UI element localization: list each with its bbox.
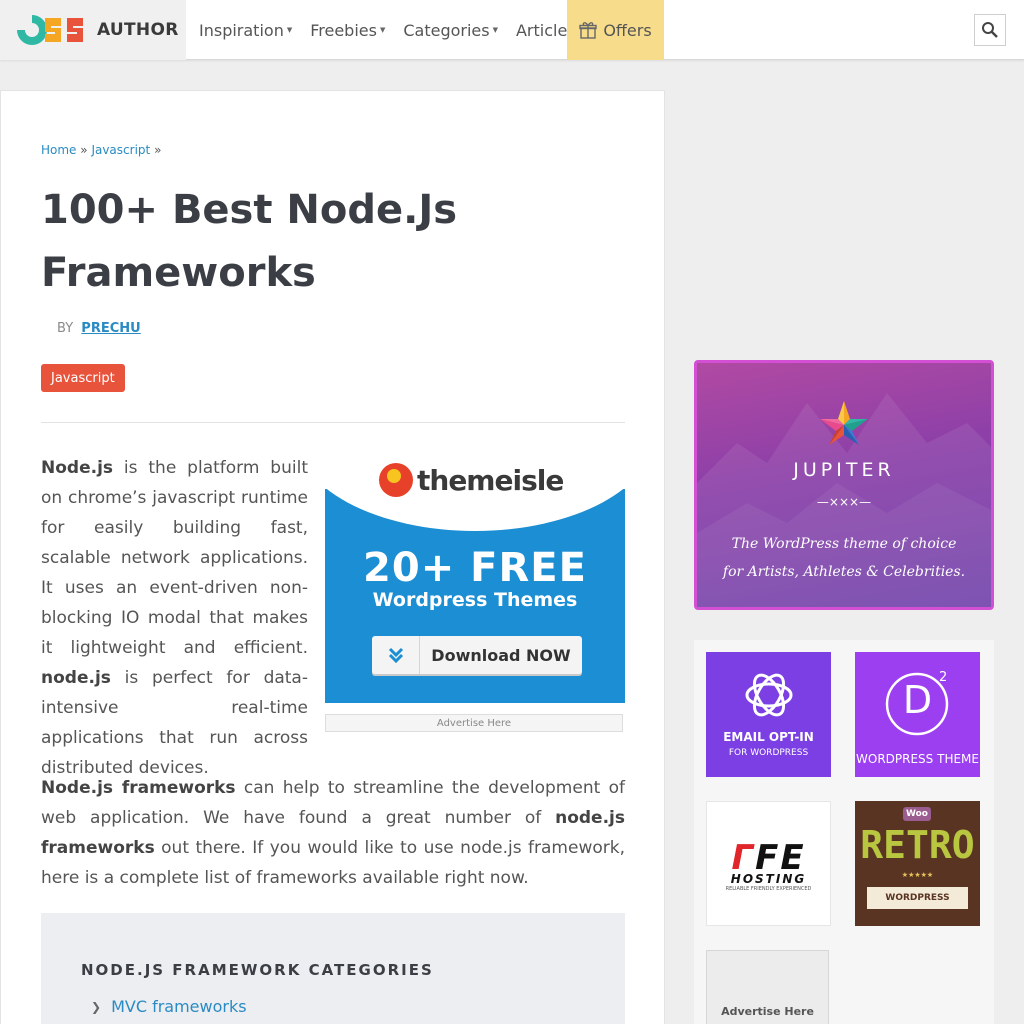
main-nav: Inspiration ▼ Freebies ▼ Categories ▼ Artic… — [190, 0, 585, 60]
fe-tagline: RELIABLE FRIENDLY EXPERIENCED — [725, 886, 812, 892]
woo-retro-ad[interactable]: Woo RETRO ★★★★★ WORDPRESS — [855, 801, 980, 926]
nav-freebies[interactable]: Freebies ▼ — [301, 0, 394, 60]
advertise-here-label: Advertise Here — [721, 1005, 814, 1018]
intro-paragraph: Node.js is the platform built on chrome’… — [41, 453, 308, 783]
parrot-icon — [379, 463, 413, 497]
categories-title: NODE.JS FRAMEWORK CATEGORIES — [81, 961, 434, 979]
email-optin-ad[interactable]: EMAIL OPT-IN FOR WORDPRESS — [706, 652, 831, 777]
retro-title: RETRO — [860, 823, 975, 867]
ad-headline: 20+ FREE — [363, 545, 587, 591]
nav-categories-label: Categories — [403, 20, 490, 40]
ad-brand: themeisle — [417, 463, 564, 497]
nav-freebies-label: Freebies — [310, 20, 377, 40]
download-icon — [372, 636, 420, 674]
bloom-logo-icon — [745, 673, 793, 717]
themeisle-ad-banner[interactable]: themeisle 20+ FREE Wordpress Themes Down… — [325, 457, 625, 703]
jupiter-tagline-1: The WordPress theme of choice — [731, 536, 957, 552]
jupiter-ornament: —×××— — [816, 495, 872, 509]
fe-hosting-ad[interactable]: ΓFE HOSTING RELIABLE FRIENDLY EXPERIENCE… — [706, 801, 831, 926]
article-card: Home » Javascript » 100+ Best Node.Js Fr… — [0, 90, 665, 1024]
bold-text: Node.js — [41, 458, 114, 478]
breadcrumb-javascript[interactable]: Javascript — [91, 143, 150, 157]
nav-categories[interactable]: Categories ▼ — [394, 0, 507, 60]
nav-inspiration[interactable]: Inspiration ▼ — [190, 0, 301, 60]
themeisle-logo: themeisle — [379, 463, 564, 497]
sidebar-ads-panel: EMAIL OPT-IN FOR WORDPRESS D 2 WORDPRESS… — [694, 640, 994, 1024]
category-tag[interactable]: Javascript — [41, 364, 125, 392]
jupiter-name: JUPITER — [793, 459, 895, 481]
ad-title: EMAIL OPT-IN — [723, 730, 814, 744]
byline: BY PRECHU — [57, 321, 141, 336]
fe-hosting-label: HOSTING — [730, 872, 807, 886]
bold-text: node.js — [41, 668, 111, 688]
frameworks-paragraph: Node.js frameworks can help to streamlin… — [41, 773, 625, 893]
divider — [41, 422, 625, 423]
breadcrumb: Home » Javascript » — [41, 143, 161, 157]
gift-icon — [579, 21, 598, 39]
ad-title: WORDPRESS THEME — [856, 752, 979, 766]
search-button[interactable] — [974, 14, 1006, 46]
logo-word: AUTHOR — [97, 20, 179, 40]
woo-badge: Woo — [903, 807, 931, 821]
ad-button-label: Download NOW — [431, 645, 571, 665]
page-title: 100+ Best Node.Js Frameworks — [41, 187, 458, 296]
breadcrumb-separator: » — [154, 143, 162, 157]
divi-mark: D — [902, 678, 933, 722]
logo-mark — [15, 10, 87, 50]
category-link-mvc[interactable]: ❯ MVC frameworks — [91, 997, 247, 1016]
nav-offers-label: Offers — [603, 20, 652, 40]
caret-down-icon: ▼ — [286, 26, 293, 34]
bold-text: Node.js frameworks — [41, 778, 236, 798]
nav-inspiration-label: Inspiration — [199, 20, 284, 40]
site-logo[interactable]: AUTHOR — [0, 0, 186, 60]
top-navigation-bar: AUTHOR Inspiration ▼ Freebies ▼ Categories… — [0, 0, 1024, 60]
breadcrumb-separator: » — [80, 143, 88, 157]
caret-down-icon: ▼ — [379, 26, 386, 34]
jupiter-ad-banner[interactable]: JUPITER —×××— The WordPress theme of cho… — [694, 360, 994, 610]
paragraph-text: is the platform built on chrome’s javasc… — [41, 458, 308, 658]
ad-subtitle: FOR WORDPRESS — [728, 748, 809, 758]
nav-offers[interactable]: Offers — [567, 0, 664, 60]
retro-ribbon: WORDPRESS — [867, 887, 968, 909]
rating-stars-icon: ★★★★★ — [901, 871, 934, 879]
search-icon — [982, 22, 998, 38]
ad-download-button[interactable]: Download NOW — [372, 636, 582, 674]
divi-theme-ad[interactable]: D 2 WORDPRESS THEME — [855, 652, 980, 777]
byline-prefix: BY — [57, 321, 74, 336]
divi-superscript: 2 — [939, 670, 948, 685]
css-logo-icon — [17, 15, 83, 45]
categories-box: NODE.JS FRAMEWORK CATEGORIES ❯ MVC frame… — [41, 913, 625, 1024]
jupiter-tagline-2: for Artists, Athletes & Celebrities. — [722, 564, 966, 580]
advertise-here-slot[interactable]: Advertise Here — [706, 950, 829, 1024]
ad-subline: Wordpress Themes — [372, 589, 578, 611]
author-link[interactable]: PRECHU — [81, 321, 140, 336]
caret-down-icon: ▼ — [492, 26, 498, 34]
breadcrumb-home[interactable]: Home — [41, 143, 76, 157]
category-link-label: MVC frameworks — [111, 997, 247, 1016]
chevron-right-icon: ❯ — [91, 999, 102, 1014]
advertise-here-link[interactable]: Advertise Here — [325, 714, 623, 732]
